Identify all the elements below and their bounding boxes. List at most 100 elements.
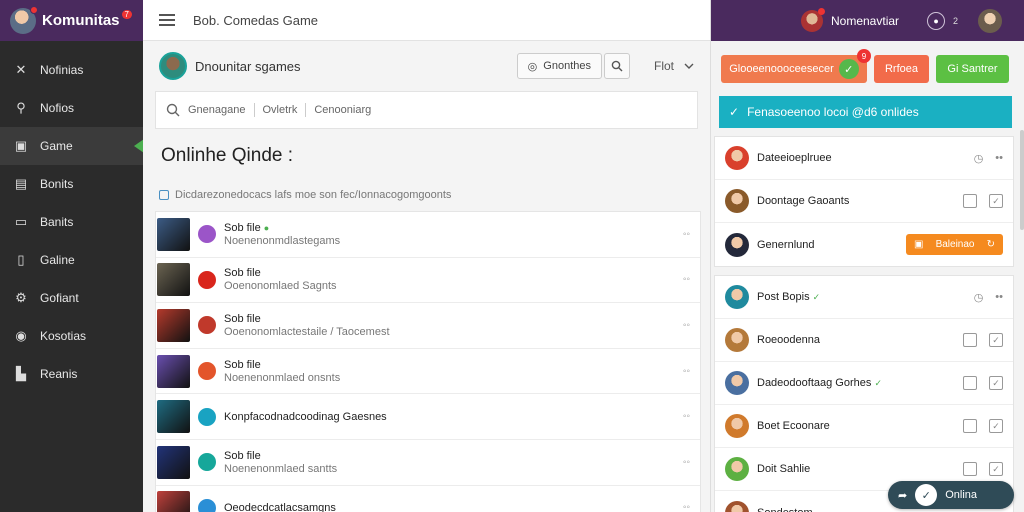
friends-card-top: Dateeioeplruee ◷ •• Doontage Gaoants ✓ Ge…	[714, 136, 1014, 267]
checkbox[interactable]: ✓	[989, 194, 1003, 208]
group-name: Dnounitar sgames	[195, 58, 301, 74]
user-icon[interactable]: ●	[927, 11, 946, 30]
sidebar-item-6[interactable]: ⚙ Gofiant	[0, 279, 143, 317]
search-bar[interactable]: Gnenagane Ovletrk Cenooniarg	[155, 91, 698, 129]
search-button[interactable]	[603, 53, 630, 79]
sidebar-item-8[interactable]: ▙ Reanis	[0, 355, 143, 393]
view-icon[interactable]: ◦◦	[683, 366, 690, 377]
avatar	[725, 457, 749, 481]
game-list: Sob file ● Noenenonmdlastegams ◦◦ Sob fi…	[155, 211, 701, 512]
row-text: Sob file Ooenonomlaed Sagnts	[224, 267, 700, 292]
game-thumbnail	[157, 354, 190, 388]
settings-icon: ⚙	[15, 290, 27, 305]
row-text: Sob file Ooenonomlactestaile / Taocemest	[224, 313, 700, 338]
profile-avatar[interactable]	[978, 8, 1003, 33]
avatar	[725, 328, 749, 352]
chat-icon: ▤	[14, 176, 28, 191]
sidebar-item-3[interactable]: ▤ Bonits	[0, 165, 143, 203]
friends-card-bottom: Post Bopis ✓ ◷ •• Roeoodenna ✓ Dadeodooft…	[714, 275, 1014, 512]
list-item[interactable]: Dadeodooftaag Gorhes ✓ ✓	[715, 362, 1013, 405]
more-icon[interactable]: ••	[995, 291, 1003, 304]
row-actions: ✓	[963, 462, 1003, 476]
search-tab-community[interactable]: Cenooniarg	[314, 104, 371, 116]
view-icon[interactable]: ◦◦	[683, 457, 690, 468]
checkbox[interactable]: ✓	[989, 376, 1003, 390]
row-subtitle: Noenenonmlaed onsnts	[224, 371, 341, 384]
table-row[interactable]: Konpfacodnadcoodinag Gaesnes ◦◦	[156, 394, 700, 440]
friend-name: Doit Sahlie	[757, 463, 811, 475]
search-tab-games[interactable]: Gnenagane	[188, 104, 246, 116]
row-subtitle: Konpfacodnadcoodinag Gaesnes	[224, 410, 387, 423]
list-item[interactable]: Genernlund ▣ Baleinao ↻	[715, 223, 1013, 266]
sidebar-item-0[interactable]: ✕ Nofinias	[0, 51, 143, 89]
game-icon	[198, 498, 216, 512]
primary-action-button[interactable]: Glooeenoooceesecer ✓ 9	[721, 49, 871, 83]
sidebar-item-4[interactable]: ▭ Banits	[0, 203, 143, 241]
view-icon[interactable]: ◦◦	[683, 411, 690, 422]
checkbox[interactable]: ✓	[989, 333, 1003, 347]
info-line: Dicdarezonedocacs lafs moe son fec/Ionna…	[143, 183, 710, 207]
menu-icon[interactable]	[159, 14, 175, 26]
view-icon[interactable]: ◦◦	[683, 320, 690, 331]
clock-icon[interactable]: ◷	[974, 291, 984, 304]
gamepad-icon: ◎	[527, 60, 538, 73]
divider	[305, 103, 307, 117]
right-panel: Nomenavtiar ● 2 Glooeenoooceesecer ✓ 9 R…	[710, 0, 1024, 512]
online-status-pill[interactable]: ➦ ✓ Onlina	[888, 481, 1014, 509]
table-row[interactable]: Sob file Ooenonomlaed Sagnts ◦◦	[156, 258, 700, 304]
avatar	[725, 189, 749, 213]
sidebar-item-1[interactable]: ⚲ Nofios	[0, 89, 143, 127]
table-row[interactable]: Sob file Noenenonmlaed onsnts ◦◦	[156, 349, 700, 395]
online-banner[interactable]: ✓ Fenasoeenoo locoi @d6 onlides	[719, 96, 1012, 128]
user-avatar[interactable]	[801, 7, 825, 32]
table-row[interactable]: Oeodecdcatlacsamgns ◦◦	[156, 486, 700, 512]
list-item[interactable]: Roeoodenna ✓	[715, 319, 1013, 362]
game-icon	[198, 270, 216, 289]
view-icon[interactable]: ◦◦	[683, 229, 690, 240]
checkbox[interactable]	[963, 376, 977, 390]
brand-header[interactable]: Komunitas 7	[0, 0, 143, 41]
more-icon[interactable]: ••	[995, 152, 1003, 165]
sidebar-item-7[interactable]: ◉ Kosotias	[0, 317, 143, 355]
list-item[interactable]: Doontage Gaoants ✓	[715, 180, 1013, 223]
user-name[interactable]: Nomenavtiar	[831, 14, 899, 28]
list-item[interactable]: Dateeioeplruee ◷ ••	[715, 137, 1013, 180]
filter-dropdown[interactable]: Flot	[654, 59, 694, 73]
row-title: Sob file	[224, 449, 261, 462]
view-icon[interactable]: ◦◦	[683, 274, 690, 285]
checkbox[interactable]	[963, 462, 977, 476]
checkbox[interactable]: ✓	[989, 419, 1003, 433]
checkbox[interactable]	[963, 194, 977, 208]
tertiary-action-button[interactable]: Gi Santrer	[936, 55, 1009, 83]
row-title: Sob file	[224, 358, 261, 371]
list-item[interactable]: Boet Ecoonare ✓	[715, 405, 1013, 448]
search-tab-network[interactable]: Ovletrk	[263, 104, 298, 116]
game-thumbnail	[157, 491, 190, 512]
checkbox[interactable]	[963, 333, 977, 347]
sidebar-item-5[interactable]: ▯ Galine	[0, 241, 143, 279]
games-button[interactable]: ◎ Gnonthes	[516, 53, 602, 79]
group-header: Dnounitar sgames ◎ Gnonthes Flot	[143, 41, 710, 91]
row-actions: ✓	[963, 419, 1003, 433]
checkbox[interactable]: ✓	[989, 462, 1003, 476]
refresh-icon: ↻	[986, 239, 995, 250]
view-icon[interactable]: ◦◦	[683, 502, 690, 512]
flag-icon: ▙	[16, 366, 26, 381]
sidebar-item-2[interactable]: ▣ Game	[0, 127, 144, 165]
checkbox[interactable]	[963, 419, 977, 433]
sidebar-item-label: Galine	[40, 253, 75, 267]
table-row[interactable]: Sob file Ooenonomlactestaile / Taocemest…	[156, 303, 700, 349]
secondary-action-button[interactable]: Rrfoea	[874, 55, 929, 83]
table-row[interactable]: Sob file ● Noenenonmdlastegams ◦◦	[156, 212, 700, 258]
game-icon	[198, 362, 216, 381]
info-icon	[159, 190, 169, 200]
table-row[interactable]: Sob file Noenenonmlaed santts ◦◦	[156, 440, 700, 486]
game-icon	[198, 225, 216, 244]
clock-icon[interactable]: ◷	[974, 152, 984, 165]
status-button[interactable]: ▣ Baleinao ↻	[906, 234, 1003, 255]
row-actions: ✓	[963, 333, 1003, 347]
action-buttons: Glooeenoooceesecer ✓ 9 Rrfoea Gi Santrer	[711, 41, 1024, 96]
list-item[interactable]: Post Bopis ✓ ◷ ••	[715, 276, 1013, 319]
scrollbar[interactable]	[1020, 130, 1024, 230]
target-icon: ◉	[15, 328, 27, 343]
